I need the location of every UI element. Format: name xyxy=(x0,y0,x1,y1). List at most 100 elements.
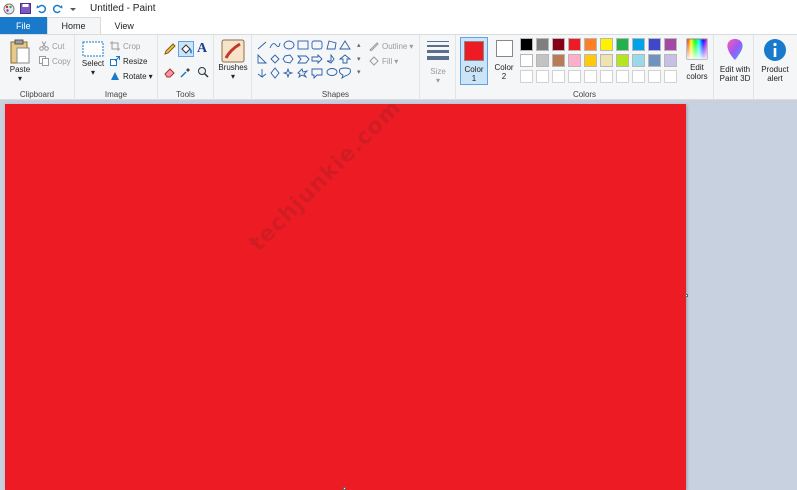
size-button[interactable]: Size ▾ xyxy=(424,39,452,85)
brushes-button[interactable]: Brushes ▾ xyxy=(218,39,248,81)
shapes-group: ▴ ▾ ▾ Outline ▾ Fill ▾ Shapes xyxy=(252,35,420,100)
fill-tool[interactable] xyxy=(178,41,194,57)
color1-swatch xyxy=(464,41,484,61)
magnifier-icon xyxy=(198,67,209,78)
clipboard-group: Paste ▾ Cut Copy Clipboard xyxy=(0,35,75,100)
shapes-expand-icon[interactable]: ▾ xyxy=(357,68,361,76)
palette-swatch[interactable] xyxy=(648,54,661,67)
palette-swatch[interactable] xyxy=(616,54,629,67)
scissors-icon xyxy=(39,41,49,51)
edit-colors-icon xyxy=(686,38,708,60)
paste-label: Paste xyxy=(9,65,31,74)
fill-button[interactable]: Fill ▾ xyxy=(369,56,398,66)
rotate-label: Rotate xyxy=(123,71,147,81)
palette-swatch[interactable] xyxy=(568,38,581,51)
rotate-icon xyxy=(110,71,120,81)
outline-button[interactable]: Outline ▾ xyxy=(369,41,413,52)
palette-swatch-empty[interactable] xyxy=(616,70,629,83)
shapes-scroll-down-icon[interactable]: ▾ xyxy=(357,55,361,63)
brushes-chevron-icon: ▾ xyxy=(230,72,235,81)
tab-view[interactable]: View xyxy=(101,17,148,34)
palette-swatch-empty[interactable] xyxy=(552,70,565,83)
palette-swatch[interactable] xyxy=(600,54,613,67)
shapes-gallery[interactable] xyxy=(256,39,364,83)
fill-bucket-icon xyxy=(369,56,379,66)
rotate-chevron-icon: ▾ xyxy=(148,71,153,81)
drawing-canvas[interactable]: techjunkie.com xyxy=(5,104,686,490)
palette-swatch-empty[interactable] xyxy=(568,70,581,83)
workspace: techjunkie.com xyxy=(0,100,797,490)
edit-colors-label-1: Edit xyxy=(690,63,704,72)
palette-swatch[interactable] xyxy=(520,54,533,67)
palette-swatch-empty[interactable] xyxy=(664,70,677,83)
tools-group: A Tools xyxy=(158,35,214,100)
palette-swatch[interactable] xyxy=(616,38,629,51)
color2-button[interactable]: Color 2 xyxy=(491,40,517,81)
resize-icon xyxy=(110,56,120,66)
copy-button[interactable]: Copy xyxy=(39,56,71,66)
eraser-icon xyxy=(164,68,175,78)
palette-swatch[interactable] xyxy=(584,38,597,51)
colors-group: Color 1 Color 2 Edit colors Colors xyxy=(456,35,714,100)
cut-button[interactable]: Cut xyxy=(39,41,64,51)
color-picker-tool[interactable] xyxy=(180,66,192,78)
undo-icon[interactable] xyxy=(34,2,48,16)
ribbon-tabs: File Home View xyxy=(0,17,797,34)
customize-toolbar-chevron-icon[interactable] xyxy=(66,2,80,16)
palette-swatch[interactable] xyxy=(664,38,677,51)
palette-swatch-empty[interactable] xyxy=(520,70,533,83)
canvas-watermark-text: techjunkie.com xyxy=(245,104,407,257)
image-group: Select ▾ Crop Resize Rotate ▾ Image xyxy=(75,35,158,100)
select-label: Select xyxy=(81,59,105,68)
palette-swatch[interactable] xyxy=(632,54,645,67)
copy-label: Copy xyxy=(52,56,71,66)
edit-colors-button[interactable]: Edit colors xyxy=(682,38,712,81)
palette-swatch[interactable] xyxy=(536,38,549,51)
eraser-tool[interactable] xyxy=(164,66,176,78)
palette-swatch-empty[interactable] xyxy=(632,70,645,83)
info-icon xyxy=(764,39,786,61)
magnifier-tool[interactable] xyxy=(197,66,209,78)
palette-swatch[interactable] xyxy=(664,54,677,67)
shapes-group-label: Shapes xyxy=(321,90,350,99)
edit-with-paint3d-button[interactable]: Edit with Paint 3D xyxy=(717,38,753,83)
palette-swatch[interactable] xyxy=(632,38,645,51)
tools-group-label: Tools xyxy=(176,90,195,99)
resize-button[interactable]: Resize xyxy=(110,56,147,66)
palette-swatch[interactable] xyxy=(568,54,581,67)
paint-app-icon[interactable] xyxy=(2,2,16,16)
palette-swatch-empty[interactable] xyxy=(584,70,597,83)
shapes-scroll-up-icon[interactable]: ▴ xyxy=(357,41,361,49)
eyedropper-icon xyxy=(180,68,190,78)
palette-swatch[interactable] xyxy=(552,54,565,67)
pencil-tool[interactable] xyxy=(164,43,176,55)
select-button[interactable]: Select ▾ xyxy=(79,41,107,77)
brushes-label: Brushes xyxy=(218,63,248,72)
palette-swatch-empty[interactable] xyxy=(536,70,549,83)
redo-icon[interactable] xyxy=(50,2,64,16)
tab-home[interactable]: Home xyxy=(46,17,101,34)
edit-colors-label-2: colors xyxy=(686,72,708,81)
tab-file[interactable]: File xyxy=(0,17,47,34)
color1-button[interactable]: Color 1 xyxy=(460,37,488,85)
palette-swatch[interactable] xyxy=(536,54,549,67)
palette-swatch-empty[interactable] xyxy=(648,70,661,83)
palette-swatch[interactable] xyxy=(552,38,565,51)
save-icon[interactable] xyxy=(18,2,32,16)
image-group-label: Image xyxy=(104,90,128,99)
color2-label: Color xyxy=(494,63,514,72)
canvas-resize-handle-right[interactable] xyxy=(685,294,688,297)
paste-button[interactable]: Paste ▾ xyxy=(6,39,34,83)
product-alert-button[interactable]: Product alert xyxy=(756,38,794,83)
title-bar: Untitled - Paint xyxy=(0,0,797,17)
size-chevron-icon: ▾ xyxy=(435,76,440,85)
rotate-button[interactable]: Rotate ▾ xyxy=(110,71,153,81)
crop-button[interactable]: Crop xyxy=(110,41,140,51)
palette-swatch[interactable] xyxy=(584,54,597,67)
palette-swatch[interactable] xyxy=(520,38,533,51)
palette-swatch[interactable] xyxy=(648,38,661,51)
colors-group-label: Colors xyxy=(572,90,597,99)
palette-swatch-empty[interactable] xyxy=(600,70,613,83)
text-tool[interactable]: A xyxy=(197,41,207,57)
palette-swatch[interactable] xyxy=(600,38,613,51)
